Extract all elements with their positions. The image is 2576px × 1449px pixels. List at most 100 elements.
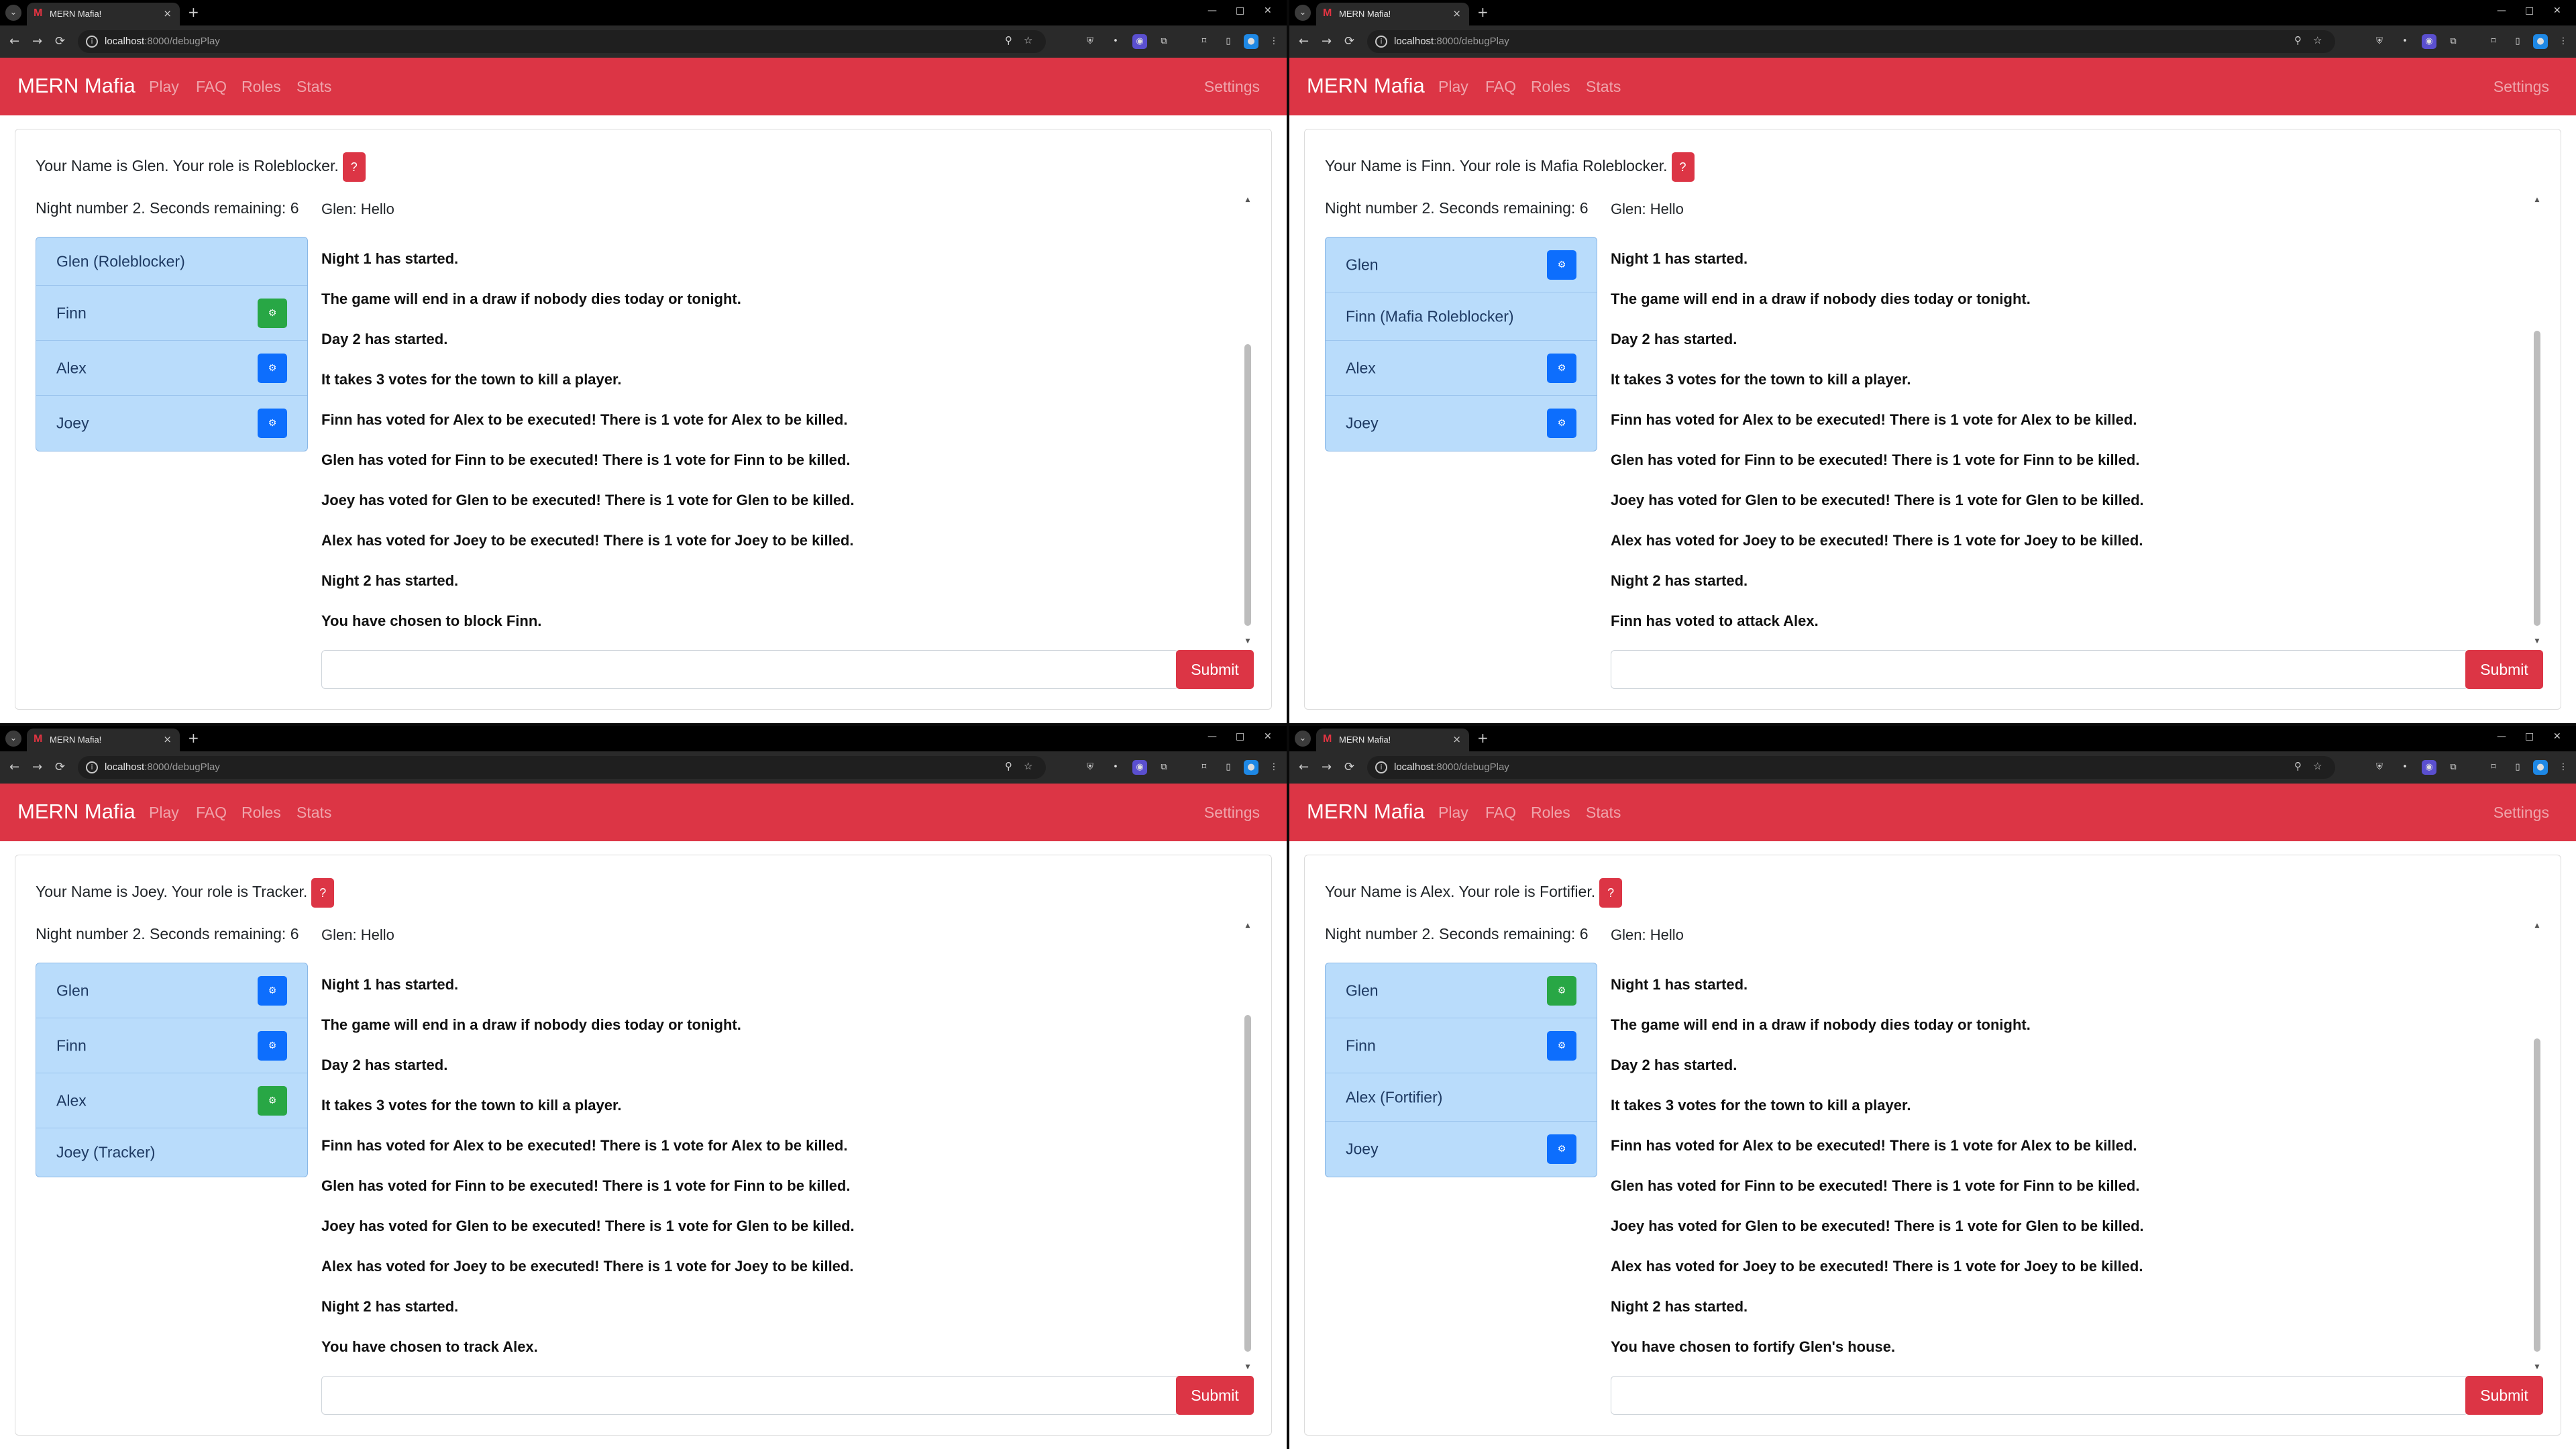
shield-extension-icon[interactable]: ⛨	[2372, 34, 2387, 49]
role-help-button[interactable]: ?	[1671, 152, 1695, 182]
minimize-icon[interactable]: —	[1208, 731, 1217, 742]
sidebar-icon[interactable]: ▯	[2510, 34, 2525, 49]
sidebar-icon[interactable]: ▯	[2510, 760, 2525, 775]
player-row[interactable]: Alex ⚙	[36, 341, 307, 396]
menu-icon[interactable]: ⋮	[1267, 34, 1281, 49]
close-window-icon[interactable]: ✕	[2553, 5, 2561, 16]
close-window-icon[interactable]: ✕	[1264, 731, 1272, 742]
chat-scrollbar[interactable]: ▲ ▼	[1243, 922, 1252, 1372]
cast-icon[interactable]: ⌑	[1197, 34, 1212, 49]
cast-icon[interactable]: ⌑	[1197, 760, 1212, 775]
puzzle-extension-icon[interactable]: ⧉	[2446, 760, 2461, 775]
player-row[interactable]: Glen ⚙	[36, 963, 307, 1018]
submit-button[interactable]: Submit	[1176, 650, 1254, 689]
profile-icon[interactable]: ◉	[1132, 34, 1147, 49]
player-action-button[interactable]: ⚙	[1547, 975, 1576, 1006]
forward-icon[interactable]: →	[32, 759, 42, 775]
close-tab-icon[interactable]: ×	[1452, 733, 1461, 745]
scroll-down-icon[interactable]: ▼	[2534, 1364, 2540, 1371]
player-row[interactable]: Alex ⚙	[1326, 341, 1597, 396]
menu-icon[interactable]: ⋮	[1267, 760, 1281, 775]
nav-settings[interactable]: Settings	[1204, 804, 1260, 822]
back-icon[interactable]: ←	[1299, 34, 1309, 50]
shield-extension-icon[interactable]: ⛨	[1083, 34, 1097, 49]
zoom-icon[interactable]: ⚲	[2294, 760, 2302, 772]
scroll-up-icon[interactable]: ▲	[2534, 197, 2540, 203]
chat-input[interactable]	[1611, 650, 2468, 689]
scroll-thumb[interactable]	[1244, 344, 1251, 626]
reload-icon[interactable]: ⟳	[1344, 34, 1354, 50]
menu-icon[interactable]: ⋮	[2556, 760, 2571, 775]
player-action-button[interactable]: ⚙	[1547, 1134, 1576, 1164]
player-action-button[interactable]: ⚙	[258, 1085, 287, 1116]
close-tab-icon[interactable]: ×	[163, 733, 172, 745]
account-icon[interactable]: ●	[2533, 34, 2548, 49]
address-bar[interactable]: i localhost:8000/debugPlay ⚲ ☆	[1367, 756, 2335, 779]
account-icon[interactable]: ●	[2533, 760, 2548, 775]
submit-button[interactable]: Submit	[2465, 1376, 2543, 1415]
zoom-icon[interactable]: ⚲	[2294, 34, 2302, 46]
nav-settings[interactable]: Settings	[2493, 78, 2549, 96]
profile-icon[interactable]: ◉	[2422, 760, 2436, 775]
chat-scrollbar[interactable]: ▲ ▼	[2532, 922, 2542, 1372]
nav-stats[interactable]: Stats	[297, 804, 331, 822]
brand-link[interactable]: MERN Mafia	[17, 74, 136, 98]
new-tab-icon[interactable]: +	[188, 4, 199, 20]
tab-search-icon[interactable]: ⌄	[1295, 731, 1311, 747]
player-action-button[interactable]: ⚙	[258, 409, 287, 438]
nav-play[interactable]: Play	[1438, 804, 1468, 822]
maximize-icon[interactable]: □	[2525, 731, 2534, 742]
account-icon[interactable]: ●	[1244, 760, 1258, 775]
shield-extension-icon[interactable]: ⛨	[2372, 760, 2387, 775]
forward-icon[interactable]: →	[1322, 759, 1332, 775]
back-icon[interactable]: ←	[1299, 759, 1309, 775]
chat-input[interactable]	[321, 1376, 1179, 1415]
profile-icon[interactable]: ◉	[2422, 34, 2436, 49]
player-row[interactable]: Joey ⚙	[1326, 1122, 1597, 1177]
new-tab-icon[interactable]: +	[1477, 4, 1489, 20]
site-info-icon[interactable]: i	[86, 761, 98, 773]
player-row[interactable]: Finn ⚙	[1326, 1018, 1597, 1073]
scroll-thumb[interactable]	[2534, 331, 2540, 626]
browser-tab[interactable]: M MERN Mafia! ×	[1316, 729, 1469, 751]
nav-settings[interactable]: Settings	[2493, 804, 2549, 822]
site-info-icon[interactable]: i	[1375, 761, 1387, 773]
player-row[interactable]: Finn ⚙	[36, 1018, 307, 1073]
nav-faq[interactable]: FAQ	[1485, 78, 1516, 96]
forward-icon[interactable]: →	[32, 34, 42, 50]
star-icon[interactable]: ☆	[1024, 34, 1032, 46]
player-action-button[interactable]: ⚙	[258, 975, 287, 1006]
close-window-icon[interactable]: ✕	[2553, 731, 2561, 742]
chat-scrollbar[interactable]: ▲ ▼	[2532, 197, 2542, 646]
browser-tab[interactable]: M MERN Mafia! ×	[1316, 3, 1469, 25]
chat-input[interactable]	[1611, 1376, 2468, 1415]
chat-scrollbar[interactable]: ▲ ▼	[1243, 197, 1252, 646]
player-action-button[interactable]: ⚙	[1547, 409, 1576, 438]
address-bar[interactable]: i localhost:8000/debugPlay ⚲ ☆	[78, 756, 1046, 779]
brand-link[interactable]: MERN Mafia	[1307, 800, 1425, 824]
player-row[interactable]: Alex ⚙	[36, 1073, 307, 1128]
new-tab-icon[interactable]: +	[1477, 730, 1489, 746]
player-action-button[interactable]: ⚙	[1547, 250, 1576, 280]
star-icon[interactable]: ☆	[2313, 34, 2322, 46]
browser-tab[interactable]: M MERN Mafia! ×	[27, 3, 180, 25]
nav-roles[interactable]: Roles	[1531, 78, 1570, 96]
site-info-icon[interactable]: i	[86, 36, 98, 48]
dot-extension-icon[interactable]: •	[1108, 760, 1123, 775]
nav-settings[interactable]: Settings	[1204, 78, 1260, 96]
player-row[interactable]: Glen ⚙	[1326, 963, 1597, 1018]
reload-icon[interactable]: ⟳	[55, 34, 65, 50]
back-icon[interactable]: ←	[9, 759, 19, 775]
reload-icon[interactable]: ⟳	[1344, 759, 1354, 775]
player-row[interactable]: Joey ⚙	[36, 396, 307, 451]
player-row[interactable]: Joey ⚙	[1326, 396, 1597, 451]
dot-extension-icon[interactable]: •	[2398, 34, 2412, 49]
nav-faq[interactable]: FAQ	[196, 78, 227, 96]
back-icon[interactable]: ←	[9, 34, 19, 50]
dot-extension-icon[interactable]: •	[2398, 760, 2412, 775]
nav-faq[interactable]: FAQ	[196, 804, 227, 822]
brand-link[interactable]: MERN Mafia	[17, 800, 136, 824]
role-help-button[interactable]: ?	[342, 152, 366, 182]
nav-roles[interactable]: Roles	[1531, 804, 1570, 822]
cast-icon[interactable]: ⌑	[2486, 760, 2501, 775]
